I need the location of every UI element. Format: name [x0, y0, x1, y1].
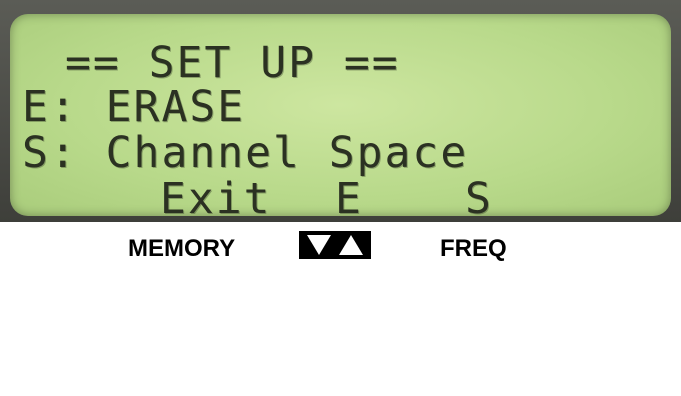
lcd-screen: == SET UP == E: ERASE S: Channel Space E… — [10, 14, 671, 221]
down-up-arrows-icon[interactable] — [299, 231, 371, 259]
memory-button-label[interactable]: MEMORY — [128, 235, 235, 263]
softkey-exit: Exit — [160, 174, 272, 224]
softkey-row: Exit E S — [160, 174, 491, 393]
softkey-s: S — [465, 174, 493, 224]
button-legend: MEMORY FREQ — [0, 222, 681, 267]
setup-title: == SET UP == — [65, 38, 400, 88]
freq-button-label[interactable]: FREQ — [440, 235, 507, 263]
menu-option-channel-space: S: Channel Space — [22, 128, 469, 178]
softkey-e: E — [335, 174, 363, 224]
menu-option-erase: E: ERASE — [22, 82, 246, 132]
display-bezel: == SET UP == E: ERASE S: Channel Space E… — [0, 0, 681, 222]
